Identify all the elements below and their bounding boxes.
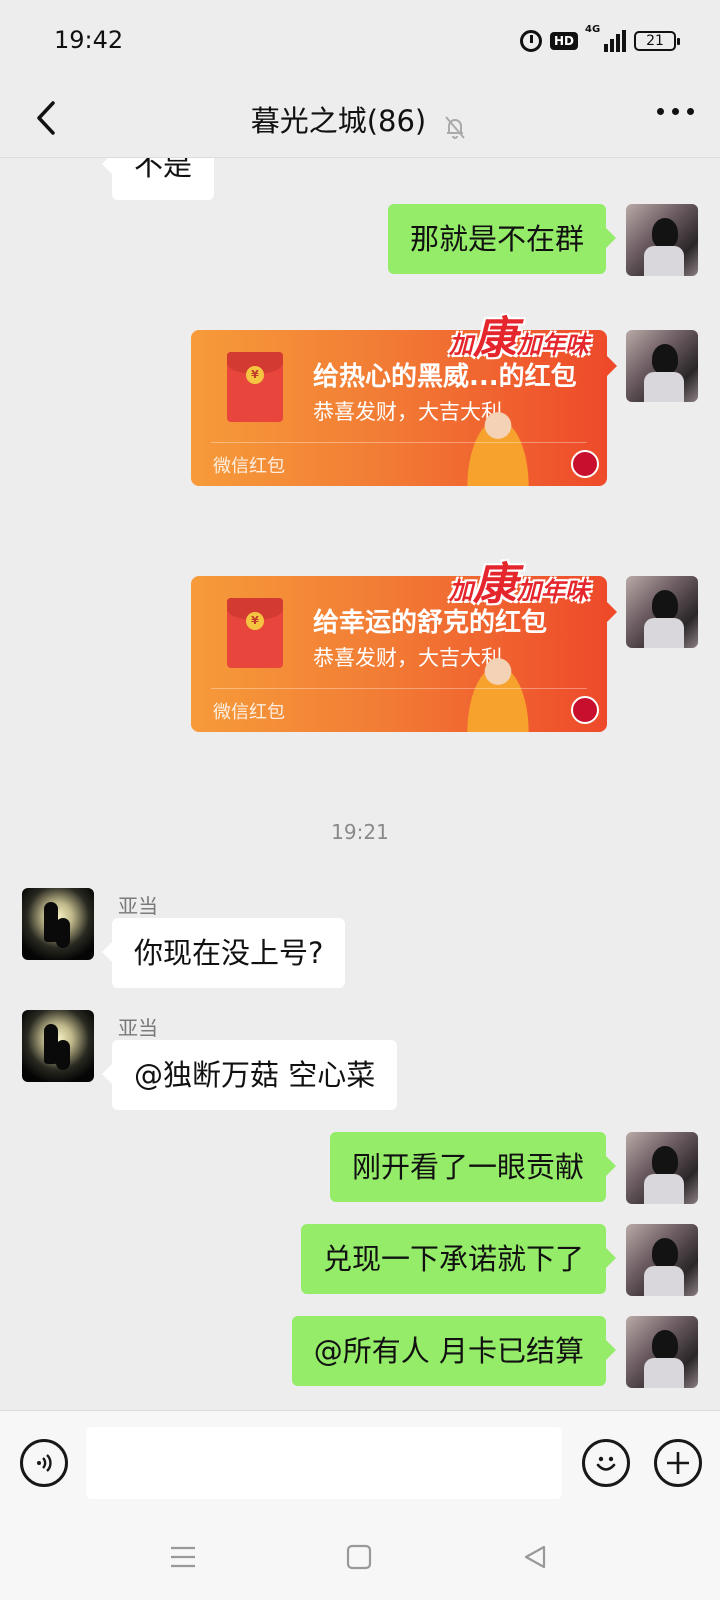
message-timestamp: 19:21: [331, 820, 389, 844]
battery-level: 21: [646, 33, 664, 49]
hd-badge: HD: [549, 32, 578, 50]
status-bar: 19:42 HD 4G 21: [0, 0, 720, 80]
triangle-back-icon: [524, 1545, 546, 1569]
more-functions-button[interactable]: [654, 1439, 702, 1487]
voice-input-button[interactable]: [20, 1439, 68, 1487]
sender-name: 亚当: [118, 1016, 158, 1040]
red-packet-footer: 微信红包: [213, 456, 285, 477]
red-packet-title: 给幸运的舒克的红包: [313, 608, 548, 638]
my-avatar[interactable]: [626, 1316, 698, 1388]
sender-avatar[interactable]: [22, 1010, 94, 1082]
plus-icon: [667, 1452, 689, 1474]
message-bubble-partial[interactable]: 不是: [101, 158, 215, 200]
yuan-coin-icon: ¥: [246, 612, 264, 630]
nav-menu-button[interactable]: [166, 1540, 200, 1574]
chat-header: 暮光之城(86): [0, 80, 720, 158]
my-avatar[interactable]: [626, 576, 698, 648]
battery-icon: 21: [634, 31, 680, 51]
title-wrap: 暮光之城(86): [0, 98, 720, 141]
status-time: 19:42: [54, 26, 124, 54]
nav-back-button[interactable]: [518, 1540, 552, 1574]
smiley-icon: [596, 1456, 616, 1471]
message-bubble-other[interactable]: @独断万菇 空心菜: [101, 1040, 398, 1110]
status-icons: HD 4G 21: [519, 24, 680, 56]
red-packet-2[interactable]: 加康加年味 ¥ 给幸运的舒克的红包 恭喜发财，大吉大利 微信红包: [191, 559, 617, 732]
promo-person-image: [459, 402, 537, 486]
brand-logo-icon: [571, 696, 599, 724]
sender-avatar[interactable]: [22, 888, 94, 960]
chat-title: 暮光之城(86): [250, 104, 427, 138]
red-envelope-icon: ¥: [227, 352, 283, 422]
red-packet-title: 给热心的黑威...的红包: [313, 362, 577, 392]
more-options-button[interactable]: [657, 108, 694, 115]
system-nav-bar: [0, 1514, 720, 1600]
menu-icon: [171, 1546, 195, 1568]
red-envelope-icon: ¥: [227, 598, 283, 668]
brand-logo-icon: [571, 450, 599, 478]
promo-person-image: [459, 648, 537, 732]
my-avatar[interactable]: [626, 330, 698, 402]
divider: [211, 688, 587, 689]
mute-bell-icon: [445, 115, 466, 139]
more-dot-icon: [672, 108, 679, 115]
message-bubble-mine[interactable]: 那就是不在群: [387, 204, 617, 274]
red-packet-1[interactable]: 加康加年味 ¥ 给热心的黑威...的红包 恭喜发财，大吉大利 微信红包: [191, 313, 617, 486]
more-dot-icon: [657, 108, 664, 115]
sender-name: 亚当: [118, 894, 158, 918]
more-dot-icon: [687, 108, 694, 115]
nav-home-button[interactable]: [342, 1540, 376, 1574]
promo-suffix: 加年味: [517, 577, 589, 605]
signal-icon: 4G: [585, 24, 626, 52]
message-bubble-mine[interactable]: 兑现一下承诺就下了: [300, 1224, 617, 1294]
square-icon: [346, 1544, 372, 1570]
input-bar: [0, 1410, 720, 1514]
promo-prefix: 加: [449, 331, 473, 359]
my-avatar[interactable]: [626, 1224, 698, 1296]
yuan-coin-icon: ¥: [246, 366, 264, 384]
message-bubble-mine[interactable]: @所有人 月卡已结算: [291, 1316, 617, 1386]
alarm-icon: [519, 30, 542, 52]
promo-prefix: 加: [449, 577, 473, 605]
message-bubble-mine[interactable]: 刚开看了一眼贡献: [329, 1132, 617, 1202]
emoji-button[interactable]: [582, 1439, 630, 1487]
message-input[interactable]: [86, 1427, 562, 1499]
divider: [211, 442, 587, 443]
message-bubble-other[interactable]: 你现在没上号?: [101, 918, 346, 988]
my-avatar[interactable]: [626, 204, 698, 276]
voice-icon: [37, 1454, 52, 1472]
red-packet-footer: 微信红包: [213, 702, 285, 723]
my-avatar[interactable]: [626, 1132, 698, 1204]
promo-suffix: 加年味: [517, 331, 589, 359]
message-list[interactable]: 不是 那就是不在群 加康加年味 ¥ 给热心的黑威...的红包 恭喜发财，大吉大利…: [0, 158, 720, 1410]
network-type: 4G: [585, 24, 601, 35]
